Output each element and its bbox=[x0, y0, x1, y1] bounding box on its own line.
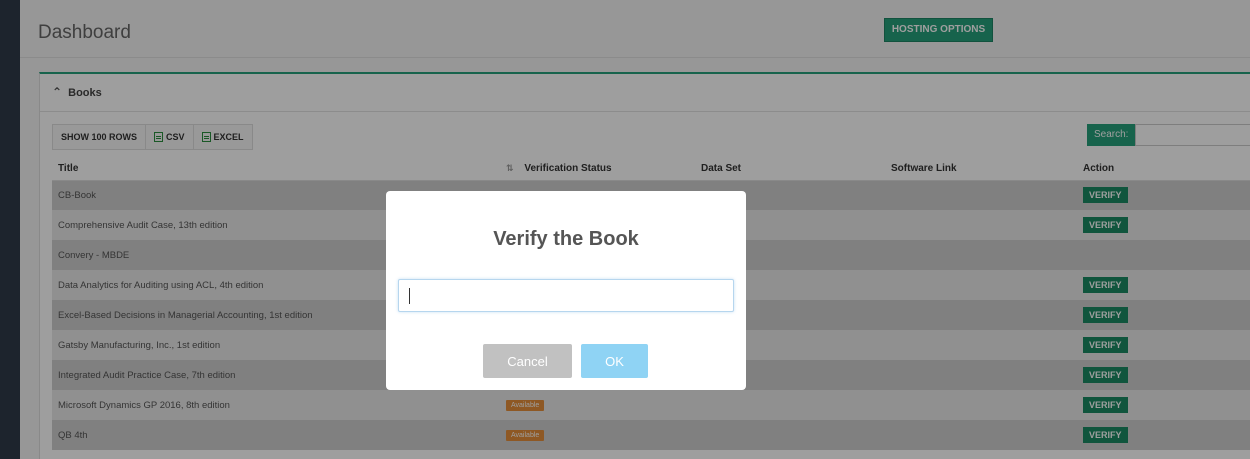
verify-input[interactable] bbox=[398, 279, 734, 312]
dialog-title: Verify the Book bbox=[493, 228, 639, 250]
text-cursor bbox=[409, 288, 410, 304]
ok-button[interactable]: OK bbox=[581, 344, 648, 378]
cancel-button[interactable]: Cancel bbox=[483, 344, 572, 378]
verify-book-dialog: Verify the Book Cancel OK bbox=[386, 191, 746, 390]
